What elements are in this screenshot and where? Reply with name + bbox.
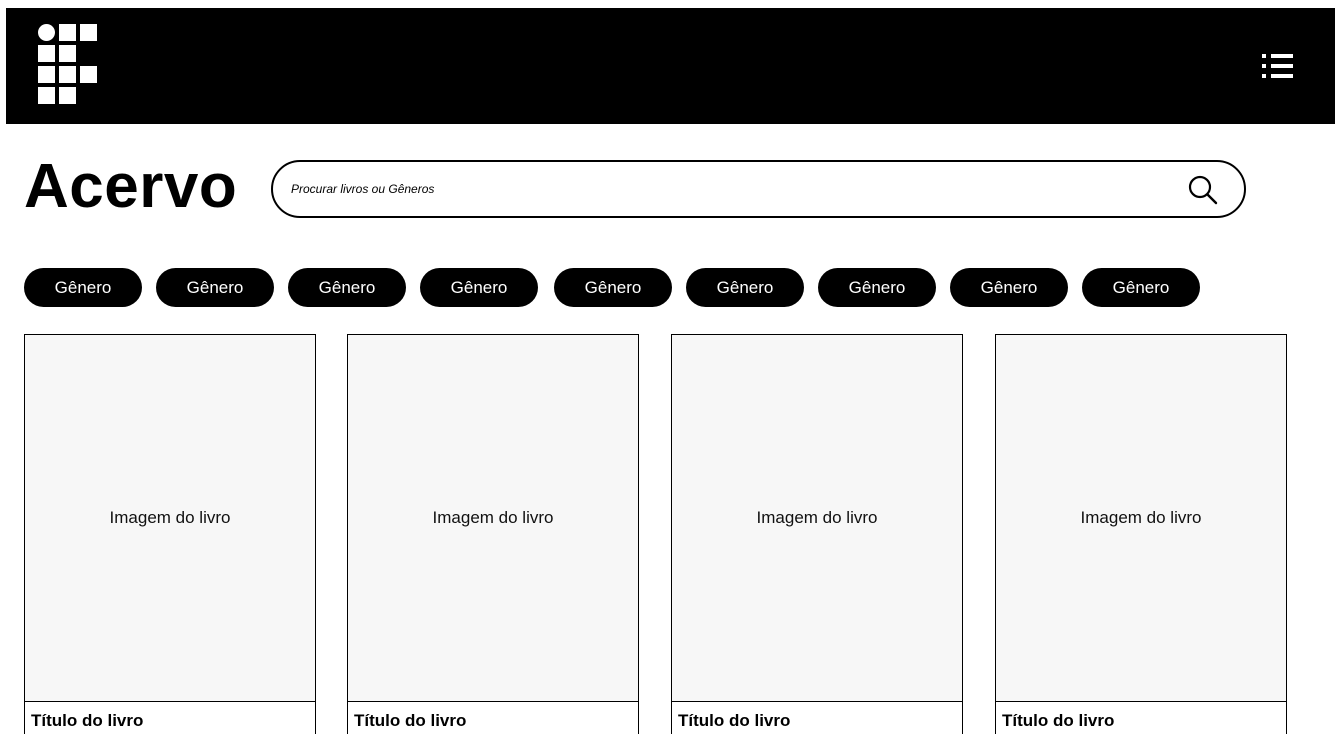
book-title: Título do livro	[1002, 711, 1115, 730]
page: Acervo Gênero Gênero Gênero Gênero Gêner…	[0, 0, 1340, 734]
search-icon[interactable]	[1185, 172, 1221, 208]
book-card[interactable]: Imagem do livro Título do livro	[995, 334, 1287, 734]
page-title: Acervo	[24, 152, 238, 221]
search-bar	[271, 160, 1246, 218]
book-image[interactable]: Imagem do livro	[25, 335, 315, 702]
genre-chip[interactable]: Gênero	[554, 268, 672, 307]
genre-chip[interactable]: Gênero	[24, 268, 142, 307]
search-input[interactable]	[291, 177, 1151, 201]
book-image[interactable]: Imagem do livro	[672, 335, 962, 702]
book-card[interactable]: Imagem do livro Título do livro	[671, 334, 963, 734]
genre-chip[interactable]: Gênero	[686, 268, 804, 307]
book-title: Título do livro	[354, 711, 467, 730]
book-image[interactable]: Imagem do livro	[996, 335, 1286, 702]
genre-chip[interactable]: Gênero	[1082, 268, 1200, 307]
genre-chip[interactable]: Gênero	[288, 268, 406, 307]
book-card[interactable]: Imagem do livro Título do livro	[24, 334, 316, 734]
genre-chip[interactable]: Gênero	[818, 268, 936, 307]
genre-chip[interactable]: Gênero	[420, 268, 538, 307]
genre-chip[interactable]: Gênero	[950, 268, 1068, 307]
book-card[interactable]: Imagem do livro Título do livro	[347, 334, 639, 734]
genre-chip[interactable]: Gênero	[156, 268, 274, 307]
book-image[interactable]: Imagem do livro	[348, 335, 638, 702]
menu-list-icon[interactable]	[1262, 51, 1296, 81]
institute-logo-icon[interactable]	[38, 24, 106, 108]
top-navbar	[6, 8, 1335, 124]
book-title: Título do livro	[678, 711, 791, 730]
book-title: Título do livro	[31, 711, 144, 730]
